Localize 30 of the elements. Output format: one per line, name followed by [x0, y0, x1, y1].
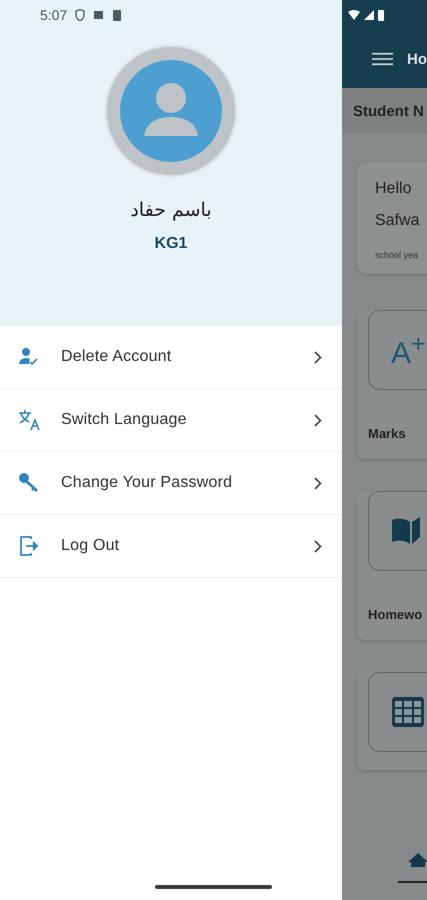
grid-icon [391, 696, 425, 728]
feature-label: Homewo [368, 607, 424, 622]
feature-card[interactable]: A$^{+}$ Marks [357, 310, 427, 459]
chevron-right-icon [314, 350, 322, 364]
feature-label: Marks [368, 426, 407, 441]
nav-indicator [398, 881, 427, 883]
home-icon[interactable] [408, 853, 427, 867]
chevron-right-icon [314, 540, 322, 552]
translate-icon [18, 409, 42, 431]
person-icon [120, 60, 222, 162]
chevron-right-icon [314, 414, 322, 426]
grade-icon: A$^{+}$ [391, 330, 426, 370]
person-check-icon [18, 347, 40, 367]
student-name: Safwa [375, 212, 420, 230]
school-year-text: school yea [375, 250, 420, 260]
feature-card[interactable]: Homewo [357, 491, 427, 640]
shield-icon [75, 9, 86, 21]
signal-icon [364, 10, 374, 20]
menu-icon[interactable] [372, 51, 393, 67]
class-label: KG1 [154, 235, 188, 253]
student-name: باسم حفاد [130, 199, 212, 221]
chevron-right-icon [314, 476, 322, 490]
wifi-icon [348, 10, 360, 20]
battery-icon [378, 9, 384, 21]
app-bar-title: Ho [407, 50, 427, 68]
page-header: Student N [342, 88, 427, 134]
status-time: 5:07 [40, 7, 68, 23]
greeting-text: Hello [375, 180, 412, 198]
logout-icon [18, 535, 40, 557]
key-icon [18, 472, 40, 494]
